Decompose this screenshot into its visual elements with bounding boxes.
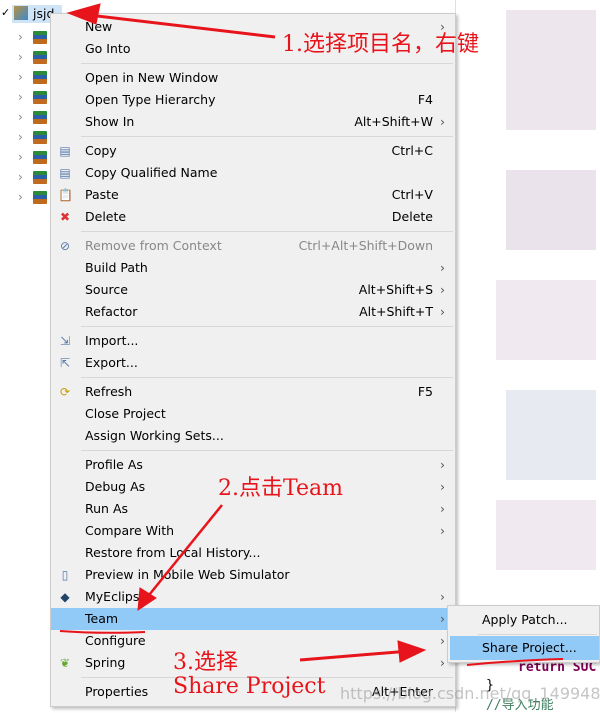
- arrow-step3-head: [397, 640, 427, 663]
- underline-share: [466, 658, 564, 666]
- annotation-step3-target: Share Project: [173, 674, 326, 699]
- arrow-step2: [144, 504, 223, 601]
- annotation-step2: 2.点击Team: [218, 476, 343, 501]
- annotation-arrows: [59, 3, 564, 666]
- arrow-step1-head: [66, 3, 101, 25]
- annotation-step1: 1.选择项目名，右键: [282, 32, 479, 57]
- arrow-step3: [299, 649, 411, 662]
- annotation-step3: 3.选择: [173, 650, 238, 675]
- arrow-step1: [79, 12, 276, 39]
- underline-team: [59, 630, 146, 634]
